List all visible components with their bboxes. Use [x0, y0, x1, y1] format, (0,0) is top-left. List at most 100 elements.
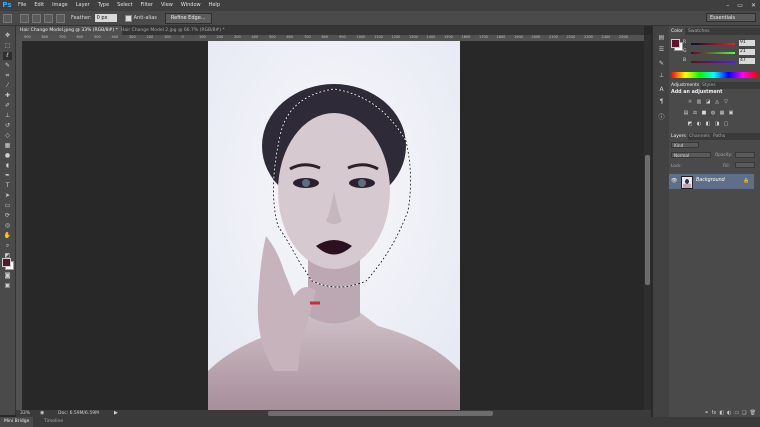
- tab-styles[interactable]: Styles: [700, 82, 718, 89]
- history-brush-tool-icon[interactable]: ↺: [3, 122, 12, 130]
- color-lookup-icon[interactable]: ▣: [728, 110, 734, 116]
- gradient-map-icon[interactable]: ◨: [714, 121, 720, 127]
- status-menu-arrow-icon[interactable]: ▶: [114, 410, 118, 417]
- clone-stamp-tool-icon[interactable]: ⊥: [3, 112, 12, 120]
- workspace-select[interactable]: Essentials: [706, 13, 756, 22]
- menu-select[interactable]: Select: [113, 0, 136, 11]
- tab-adjustments[interactable]: Adjustments: [669, 82, 702, 89]
- tab-mini-bridge[interactable]: Mini Bridge: [0, 417, 34, 427]
- feather-input[interactable]: 0 px: [94, 14, 117, 22]
- blur-tool-icon[interactable]: ●: [3, 152, 12, 160]
- photo-filter-icon[interactable]: ◍: [710, 110, 716, 116]
- rectangle-tool-icon[interactable]: ▭: [3, 202, 12, 210]
- menu-filter[interactable]: Filter: [137, 0, 157, 11]
- opacity-input[interactable]: [735, 152, 755, 158]
- status-options-icon[interactable]: ◉: [40, 410, 44, 417]
- canvas-area[interactable]: [23, 41, 643, 410]
- add-selection-icon[interactable]: [32, 13, 41, 23]
- levels-icon[interactable]: ▥: [696, 99, 702, 105]
- eraser-tool-icon[interactable]: ◇: [3, 132, 12, 140]
- quick-selection-tool-icon[interactable]: ✎: [3, 62, 12, 70]
- menu-type[interactable]: Type: [94, 0, 113, 11]
- exposure-icon[interactable]: ◬: [714, 99, 720, 105]
- r-value[interactable]: 91: [739, 40, 755, 46]
- marquee-tool-icon[interactable]: ⬚: [3, 42, 12, 50]
- tab-paths[interactable]: Paths: [711, 133, 727, 140]
- link-layers-icon[interactable]: ⚭: [704, 410, 708, 417]
- brush-tool-icon[interactable]: ✐: [3, 102, 12, 110]
- maximize-button[interactable]: ▭: [737, 2, 743, 9]
- tab-color[interactable]: Color: [669, 28, 685, 35]
- color-balance-icon[interactable]: ⚖: [692, 110, 698, 116]
- subtract-selection-icon[interactable]: [44, 13, 53, 23]
- vertical-scroll-thumb[interactable]: [645, 155, 650, 285]
- b-track[interactable]: [691, 61, 735, 63]
- color-spectrum-ramp[interactable]: [671, 72, 757, 78]
- menu-window[interactable]: Window: [177, 0, 205, 11]
- clone-source-icon[interactable]: ⊥: [657, 72, 666, 80]
- menu-image[interactable]: Image: [48, 0, 72, 11]
- hue-saturation-icon[interactable]: ▤: [683, 110, 689, 116]
- intersect-selection-icon[interactable]: [56, 13, 65, 23]
- posterize-icon[interactable]: ◐: [696, 121, 702, 127]
- horizontal-scroll-thumb[interactable]: [268, 411, 493, 416]
- tab-hair-change-model-2[interactable]: Hair Change Model 2.jpg @ 66.7% (RGB/8#)…: [117, 26, 229, 35]
- lasso-tool-icon[interactable]: ℓ: [3, 52, 12, 60]
- zoom-level[interactable]: 33%: [20, 410, 30, 417]
- info-panel-icon[interactable]: ⓘ: [657, 114, 666, 122]
- delete-layer-icon[interactable]: 🗑: [750, 410, 756, 417]
- healing-brush-tool-icon[interactable]: ✚: [3, 92, 12, 100]
- g-value[interactable]: 21: [739, 49, 755, 55]
- new-layer-icon[interactable]: ❑: [742, 410, 746, 417]
- color-slider-r[interactable]: R 91: [683, 40, 757, 47]
- refine-edge-button[interactable]: Refine Edge...: [164, 12, 212, 24]
- color-slider-b[interactable]: B 47: [683, 58, 757, 65]
- screen-mode-icon[interactable]: ▣: [3, 282, 12, 290]
- properties-panel-icon[interactable]: ☰: [657, 46, 666, 54]
- pen-tool-icon[interactable]: ✒: [3, 172, 12, 180]
- layer-style-icon[interactable]: fx: [712, 410, 717, 417]
- new-selection-icon[interactable]: [20, 13, 29, 23]
- tool-preset-icon[interactable]: [3, 13, 12, 23]
- tab-channels[interactable]: Channels: [687, 133, 712, 140]
- foreground-color-swatch[interactable]: [2, 258, 11, 267]
- brightness-contrast-icon[interactable]: ☼: [687, 99, 693, 105]
- visibility-eye-icon[interactable]: 👁: [671, 178, 677, 184]
- threshold-icon[interactable]: ◧: [705, 121, 711, 127]
- tab-layers[interactable]: Layers: [669, 133, 688, 140]
- color-foreground-swatch[interactable]: [671, 39, 680, 48]
- blend-mode-select[interactable]: Normal: [671, 152, 711, 158]
- selective-color-icon[interactable]: ▢: [723, 121, 729, 127]
- b-value[interactable]: 47: [739, 58, 755, 64]
- 3d-rotate-tool-icon[interactable]: ⟳: [3, 212, 12, 220]
- menu-help[interactable]: Help: [205, 0, 224, 11]
- path-selection-tool-icon[interactable]: ➤: [3, 192, 12, 200]
- layer-mask-icon[interactable]: ◧: [719, 410, 724, 417]
- tab-swatches[interactable]: Swatches: [686, 28, 712, 35]
- layer-filter-select[interactable]: Kind: [671, 142, 699, 148]
- new-group-icon[interactable]: ▭: [734, 410, 739, 417]
- minimize-button[interactable]: –: [726, 2, 729, 9]
- dodge-tool-icon[interactable]: ◖: [3, 162, 12, 170]
- adjustment-layer-icon[interactable]: ◐: [727, 410, 731, 417]
- vibrance-icon[interactable]: ▽: [723, 99, 729, 105]
- anti-alias-checkbox[interactable]: [124, 14, 132, 22]
- invert-icon[interactable]: ◩: [687, 121, 693, 127]
- eyedropper-tool-icon[interactable]: ⁄: [3, 82, 12, 90]
- menu-layer[interactable]: Layer: [72, 0, 94, 11]
- crop-tool-icon[interactable]: ⌗: [3, 72, 12, 80]
- black-white-icon[interactable]: ■: [701, 110, 707, 116]
- channel-mixer-icon[interactable]: ▦: [719, 110, 725, 116]
- menu-view[interactable]: View: [157, 0, 177, 11]
- zoom-tool-icon[interactable]: ⌕: [3, 242, 12, 250]
- menu-edit[interactable]: Edit: [30, 0, 48, 11]
- curves-icon[interactable]: ◪: [705, 99, 711, 105]
- tab-hair-change-model[interactable]: Hair Change Model.jpeg @ 33% (RGB/8#) *: [16, 26, 122, 35]
- menu-file[interactable]: File: [14, 0, 30, 11]
- gradient-tool-icon[interactable]: ▦: [3, 142, 12, 150]
- tab-timeline[interactable]: Timeline: [44, 417, 63, 427]
- g-track[interactable]: [691, 52, 735, 54]
- history-panel-icon[interactable]: ▤: [657, 34, 666, 42]
- move-tool-icon[interactable]: ✥: [3, 32, 12, 40]
- brush-panel-icon[interactable]: ✎: [657, 60, 666, 68]
